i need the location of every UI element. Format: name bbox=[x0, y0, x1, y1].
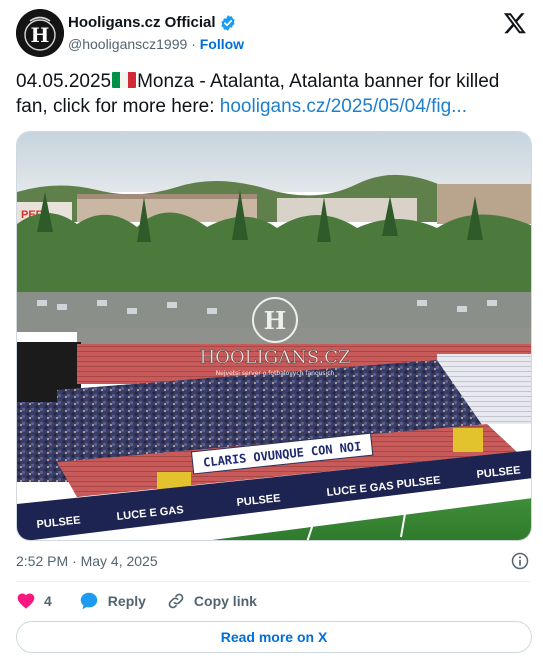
link-icon bbox=[168, 593, 184, 609]
x-logo-icon[interactable] bbox=[503, 11, 527, 35]
read-more-button[interactable]: Read more on X bbox=[16, 621, 532, 653]
separator: · bbox=[191, 36, 196, 52]
verified-badge-icon bbox=[220, 15, 235, 31]
italy-flag-icon bbox=[112, 72, 137, 88]
heart-icon bbox=[17, 593, 35, 609]
follow-button[interactable]: Follow bbox=[200, 36, 244, 52]
tweet-header: H Hooligans.cz Official @hooliganscz1999… bbox=[16, 9, 527, 57]
copy-link-label: Copy link bbox=[193, 593, 257, 609]
copy-link-button[interactable]: Copy link bbox=[166, 591, 257, 611]
handle-row: @hooliganscz1999 · Follow bbox=[68, 35, 244, 53]
display-name-row[interactable]: Hooligans.cz Official bbox=[68, 14, 244, 32]
display-name[interactable]: Hooligans.cz Official bbox=[68, 14, 216, 32]
reply-label: Reply bbox=[107, 593, 146, 609]
svg-text:HOOLIGANS.CZ: HOOLIGANS.CZ bbox=[199, 347, 350, 368]
svg-text:H: H bbox=[264, 306, 287, 335]
tweet-date: 04.05.2025 bbox=[16, 71, 112, 92]
action-bar: 4 Reply Copy link bbox=[16, 589, 277, 613]
tweet-card: H Hooligans.cz Official @hooliganscz1999… bbox=[0, 0, 543, 669]
tweet-text: 04.05.2025 Monza - Atalanta, Atalanta ban… bbox=[16, 69, 528, 119]
tweet-image[interactable]: PER CLARIS OVUNQUE CON NOI PULSEE LUCE E… bbox=[16, 131, 532, 541]
like-button[interactable]: 4 bbox=[16, 591, 58, 611]
info-icon[interactable] bbox=[510, 551, 530, 571]
reply-button[interactable]: Reply bbox=[78, 590, 146, 612]
tweet-link[interactable]: hooligans.cz/2025/05/04/fig... bbox=[220, 96, 467, 117]
handle[interactable]: @hooliganscz1999 bbox=[68, 36, 187, 52]
divider bbox=[16, 581, 531, 582]
tweet-timestamp[interactable]: 2:52 PM · May 4, 2025 bbox=[16, 552, 158, 570]
avatar[interactable]: H bbox=[16, 9, 64, 57]
svg-text:H: H bbox=[31, 23, 50, 47]
like-count: 4 bbox=[44, 593, 52, 609]
account-names: Hooligans.cz Official @hooliganscz1999 ·… bbox=[68, 14, 244, 53]
reply-bubble-icon bbox=[80, 592, 98, 610]
svg-text:Nejvetsi server o fotbalovych: Nejvetsi server o fotbalovych fanousich bbox=[216, 370, 335, 377]
